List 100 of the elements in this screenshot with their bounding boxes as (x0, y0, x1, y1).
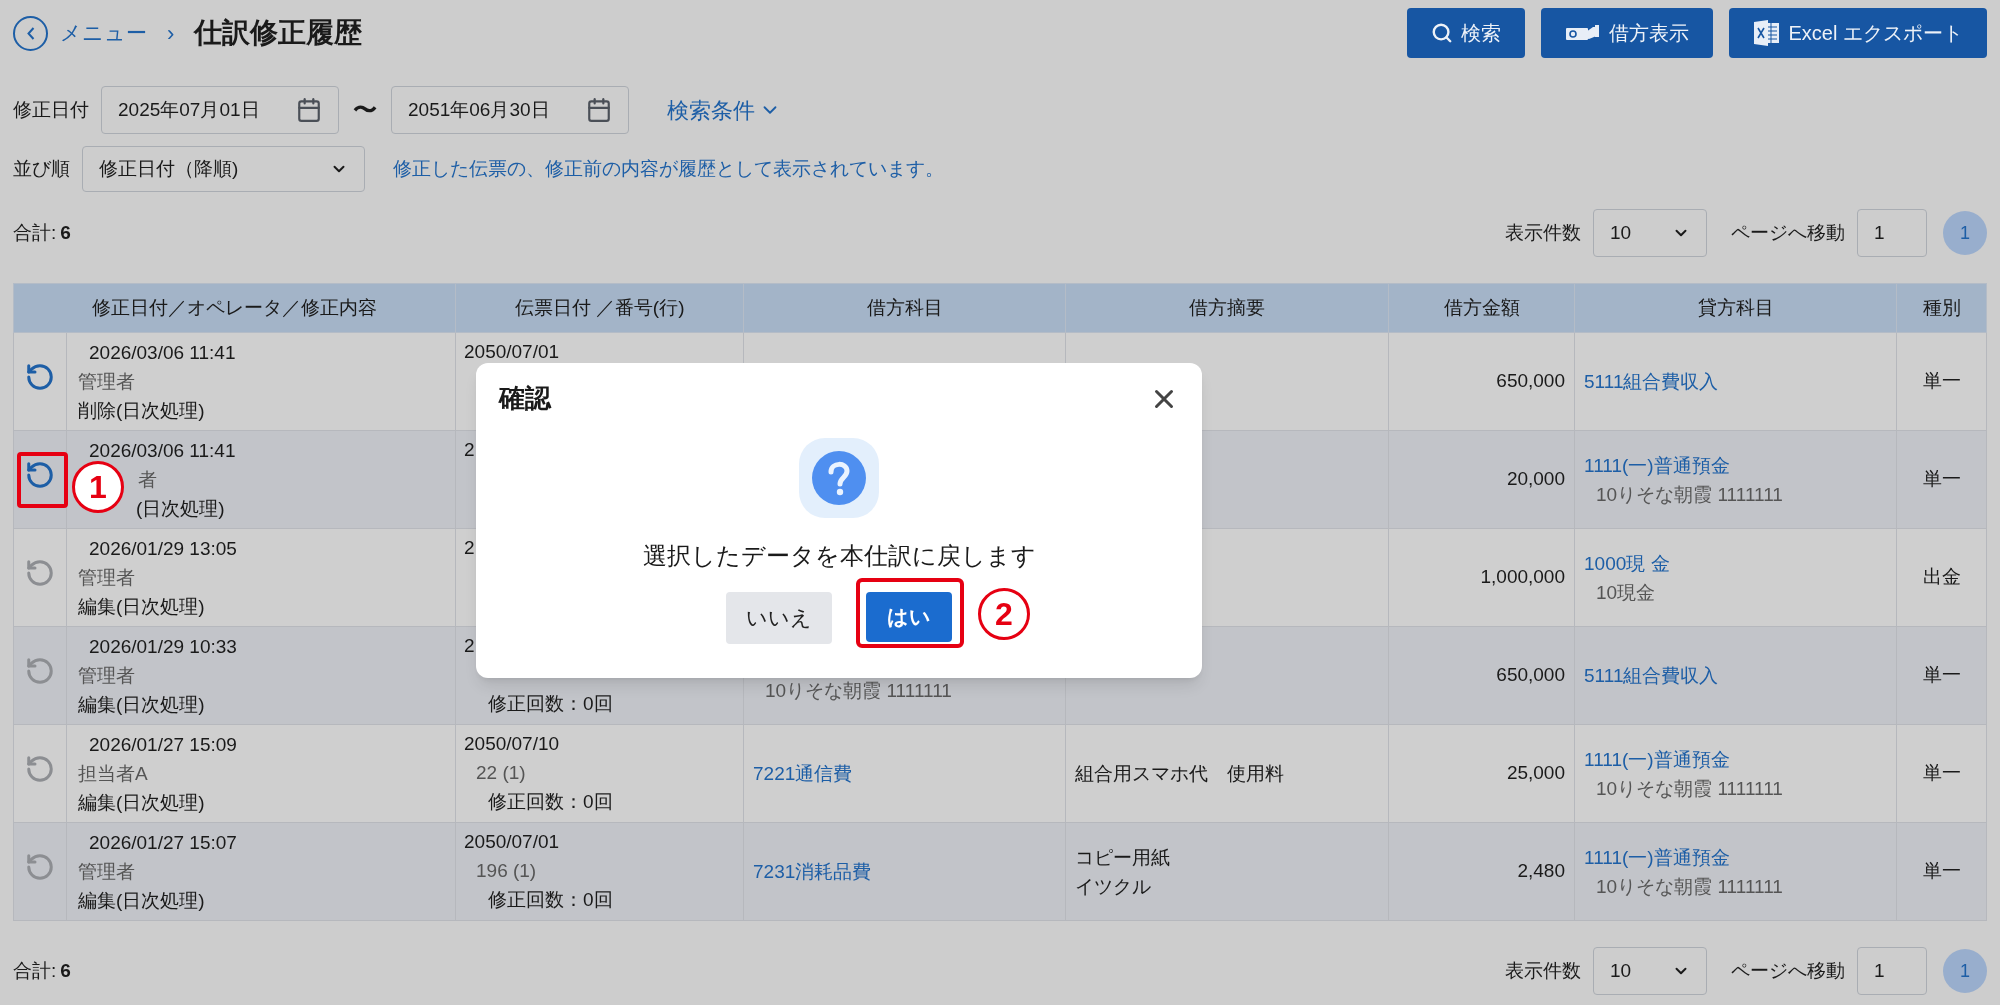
column-header: 伝票日付 ／番号(行) (455, 283, 744, 333)
restore-button[interactable] (25, 754, 55, 785)
modified-datetime: 2026/01/27 15:09 (88, 733, 238, 757)
edit-count: 修正回数：0回 (487, 790, 614, 814)
undo-icon (25, 754, 55, 785)
step-marker: 1 (72, 461, 124, 513)
credit-sub-account: 10りそな朝霞 1111111 (1595, 776, 1784, 801)
chevron-left-icon (26, 26, 35, 40)
modified-datetime: 2026/03/06 11:41 (88, 439, 237, 463)
slip-number: 196 (1) (475, 859, 538, 883)
undo-icon (25, 852, 55, 883)
undo-icon (25, 558, 55, 589)
per-page-select[interactable]: 10 (1593, 209, 1707, 257)
total-label: 合計: (13, 958, 57, 983)
search-icon (1430, 22, 1453, 44)
operator-name: 管理者 (78, 860, 135, 884)
search-conditions-toggle[interactable]: 検索条件 (667, 93, 781, 127)
undo-icon (25, 656, 55, 687)
sort-label: 並び順 (13, 156, 70, 181)
column-header: 借方金額 (1388, 283, 1575, 333)
debit-amount: 20,000 (1388, 430, 1575, 529)
debit-amount: 25,000 (1388, 724, 1575, 823)
debit-view-button[interactable]: 借方表示 (1540, 8, 1713, 58)
date-from-field[interactable]: 2025年07月01日 (101, 86, 339, 134)
confirm-button[interactable]: はい (866, 592, 952, 642)
undo-icon (25, 460, 55, 491)
debit-memo: イツクル (1075, 874, 1152, 899)
column-header: 修正日付／オペレータ／修正内容 (13, 283, 456, 333)
undo-icon (25, 362, 55, 393)
modified-datetime: 2026/03/06 11:41 (88, 341, 237, 365)
debit-amount: 650,000 (1388, 626, 1575, 725)
back-button[interactable] (13, 15, 48, 51)
sort-select[interactable]: 修正日付（降順) (82, 146, 365, 192)
credit-account-link[interactable]: 1111(一)普通預金 (1584, 744, 1896, 774)
credit-account-link[interactable]: 1000現 金 (1584, 548, 1896, 578)
operator-name: 管理者 (78, 370, 135, 394)
date-label: 修正日付 (13, 97, 89, 122)
credit-account-link[interactable]: 1111(一)普通預金 (1584, 842, 1896, 872)
column-header: 種別 (1896, 283, 1987, 333)
entry-type: 単一 (1896, 822, 1987, 921)
operator-name: 担当者A (78, 762, 148, 786)
change-type: 編集(日次処理) (78, 791, 205, 815)
operator-name: 管理者 (78, 566, 135, 590)
search-button[interactable]: 検索 (1406, 8, 1525, 58)
modified-datetime: 2026/01/27 15:07 (88, 831, 238, 855)
edit-count: 修正回数：0回 (487, 692, 614, 716)
slip-date: 2050/07/10 (464, 732, 560, 756)
page-button[interactable]: 1 (1943, 211, 1987, 255)
column-header: 貸方科目 (1574, 283, 1897, 333)
goto-page-label: ページへ移動 (1731, 958, 1845, 983)
slip-number: 22 (1) (475, 761, 527, 785)
goto-page-label: ページへ移動 (1731, 220, 1845, 245)
credit-account-link[interactable]: 1111(一)普通預金 (1584, 450, 1896, 480)
dialog-message: 選択したデータを本仕訳に戻します (641, 541, 1037, 571)
restore-button[interactable] (25, 460, 55, 491)
slip-date: 2050/07/01 (464, 830, 560, 854)
change-type: 編集(日次処理) (78, 889, 205, 913)
per-page-label: 表示件数 (1505, 958, 1581, 983)
debit-sub-account: 10りそな朝霞 1111111 (764, 678, 953, 703)
debit-amount: 1,000,000 (1388, 528, 1575, 627)
slip-date: 2 (464, 634, 475, 658)
date-to-field[interactable]: 2051年06月30日 (391, 86, 629, 134)
breadcrumb-separator: › (167, 19, 175, 48)
slip-date: 2050/07/01 (464, 340, 560, 364)
entry-type: 単一 (1896, 626, 1987, 725)
total-count: 6 (60, 958, 71, 983)
menu-link[interactable]: メニュー (60, 17, 147, 49)
export-button[interactable]: Excel エクスポート (1728, 8, 1987, 58)
change-type: 削除(日次処理) (78, 399, 205, 423)
goto-page-field[interactable]: 1 (1857, 209, 1927, 257)
change-type: 編集(日次処理) (78, 595, 205, 619)
change-type: 編集(日次処理) (78, 693, 205, 717)
debit-amount: 650,000 (1388, 332, 1575, 431)
entry-type: 単一 (1896, 724, 1987, 823)
per-page-label: 表示件数 (1505, 220, 1581, 245)
edit-count: 修正回数：0回 (487, 888, 614, 912)
calendar-icon (586, 97, 612, 123)
debit-amount: 2,480 (1388, 822, 1575, 921)
credit-sub-account: 10りそな朝霞 1111111 (1595, 874, 1784, 899)
cancel-button[interactable]: いいえ (726, 592, 832, 644)
modified-datetime: 2026/01/29 13:05 (88, 537, 238, 561)
page-button[interactable]: 1 (1943, 949, 1987, 993)
goto-page-field[interactable]: 1 (1857, 947, 1927, 995)
restore-button[interactable] (25, 362, 55, 393)
entry-type: 単一 (1896, 332, 1987, 431)
entry-type: 出金 (1896, 528, 1987, 627)
highlight-frame (17, 452, 68, 508)
per-page-select[interactable]: 10 (1593, 947, 1707, 995)
column-header: 借方科目 (743, 283, 1066, 333)
restore-button[interactable] (25, 558, 55, 589)
modified-datetime: 2026/01/29 10:33 (88, 635, 238, 659)
question-icon (797, 436, 881, 520)
slip-date: 2 (464, 536, 475, 560)
slip-date: 2 (464, 438, 475, 462)
column-header: 借方摘要 (1065, 283, 1389, 333)
dialog-title: 確認 (499, 382, 551, 415)
total-count: 6 (60, 220, 71, 245)
total-label: 合計: (13, 220, 57, 245)
debit-memo: 組合用スマホ代 使用料 (1075, 762, 1285, 786)
banknote-icon (1564, 23, 1601, 43)
